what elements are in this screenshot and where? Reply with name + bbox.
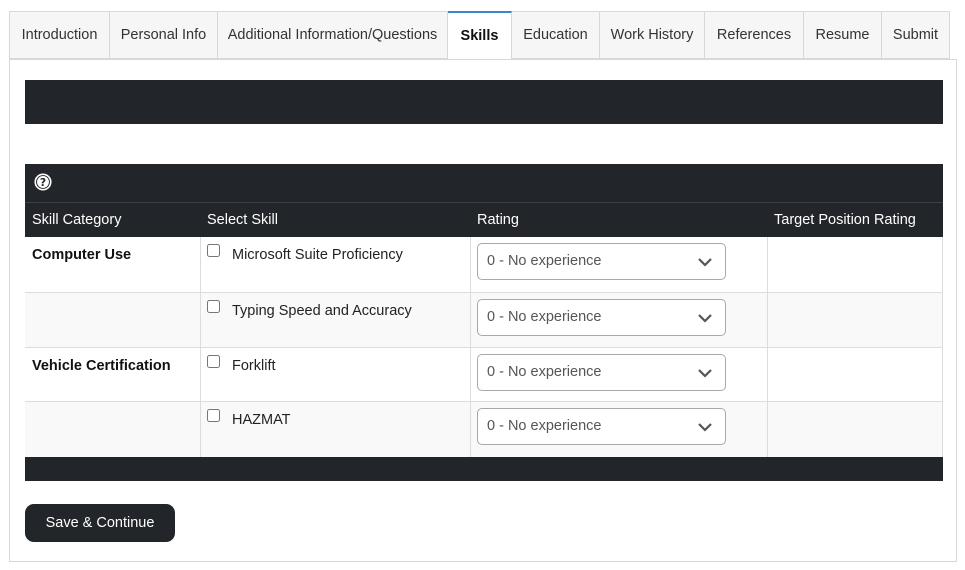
chevron-down-icon (698, 314, 712, 323)
skill-checkbox-typing-speed[interactable] (207, 300, 220, 313)
save-continue-button[interactable]: Save & Continue (25, 504, 175, 542)
tab-introduction[interactable]: Introduction (9, 11, 110, 59)
svg-text:?: ? (40, 176, 46, 189)
table-row: Computer Use Microsoft Suite Proficiency… (25, 237, 943, 293)
skill-category-label: Computer Use (32, 247, 132, 263)
tab-submit[interactable]: Submit (882, 11, 950, 59)
skill-checkbox-hazmat[interactable] (207, 409, 220, 422)
rating-selected-value: 0 - No experience (487, 364, 602, 380)
header-divider (25, 202, 943, 203)
question-circle-icon[interactable]: ? (34, 173, 52, 191)
skill-checkbox-forklift[interactable] (207, 355, 220, 368)
skill-label: Typing Speed and Accuracy (232, 303, 412, 319)
column-header-select-skill: Select Skill (207, 212, 278, 228)
skill-label: Microsoft Suite Proficiency (232, 247, 403, 263)
tab-education[interactable]: Education (512, 11, 600, 59)
tab-bar: Introduction Personal Info Additional In… (9, 11, 950, 60)
tab-personal-info[interactable]: Personal Info (110, 11, 218, 59)
rating-selected-value: 0 - No experience (487, 253, 602, 269)
tab-references[interactable]: References (705, 11, 804, 59)
skills-panel: ? Skill Category Select Skill Rating Tar… (9, 59, 957, 562)
rating-dropdown[interactable]: 0 - No experience (477, 299, 726, 336)
skill-category-label: Vehicle Certification (32, 358, 171, 374)
column-header-target-position-rating: Target Position Rating (774, 212, 916, 228)
tab-work-history[interactable]: Work History (600, 11, 705, 59)
skill-label: Forklift (232, 358, 276, 374)
chevron-down-icon (698, 369, 712, 378)
skill-label: HAZMAT (232, 412, 291, 428)
table-row: HAZMAT 0 - No experience (25, 402, 943, 457)
application-form: Introduction Personal Info Additional In… (9, 11, 957, 562)
table-row: Typing Speed and Accuracy 0 - No experie… (25, 293, 943, 348)
tab-skills[interactable]: Skills (448, 11, 512, 60)
chevron-down-icon (698, 258, 712, 267)
rating-selected-value: 0 - No experience (487, 418, 602, 434)
rating-selected-value: 0 - No experience (487, 309, 602, 325)
skills-table-body: Computer Use Microsoft Suite Proficiency… (25, 237, 943, 457)
tab-additional-information[interactable]: Additional Information/Questions (218, 11, 448, 59)
skill-checkbox-microsoft-suite[interactable] (207, 244, 220, 257)
rating-dropdown[interactable]: 0 - No experience (477, 408, 726, 445)
tab-resume[interactable]: Resume (804, 11, 882, 59)
column-header-rating: Rating (477, 212, 519, 228)
table-footer-bar (25, 457, 943, 481)
skills-table-header: ? Skill Category Select Skill Rating Tar… (25, 164, 943, 237)
rating-dropdown[interactable]: 0 - No experience (477, 243, 726, 280)
column-header-skill-category: Skill Category (32, 212, 122, 228)
section-header-bar (25, 80, 943, 124)
rating-dropdown[interactable]: 0 - No experience (477, 354, 726, 391)
chevron-down-icon (698, 423, 712, 432)
table-row: Vehicle Certification Forklift 0 - No ex… (25, 348, 943, 402)
